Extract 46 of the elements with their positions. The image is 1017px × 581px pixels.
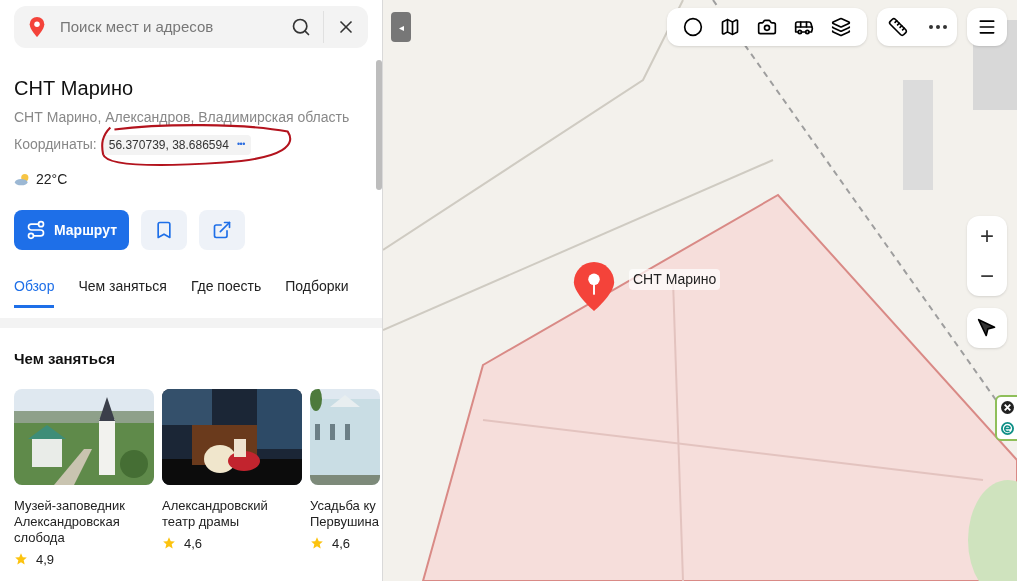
route-button[interactable]: Маршрут xyxy=(14,210,130,250)
coordinates-chip[interactable]: 56.370739, 38.686594 ••• xyxy=(102,134,251,155)
navigation-icon xyxy=(977,318,997,338)
search-icon[interactable] xyxy=(291,17,311,37)
more-dots[interactable]: ••• xyxy=(236,137,245,152)
share-button[interactable] xyxy=(199,210,246,250)
temperature: 22°C xyxy=(36,170,68,189)
card-title[interactable]: Усадьба ку Первушина xyxy=(310,497,380,530)
menu-button[interactable] xyxy=(967,8,1007,46)
rating: 4,6 xyxy=(184,534,203,553)
bookmark-button[interactable] xyxy=(141,210,188,250)
zoom-out-button[interactable]: − xyxy=(980,264,994,288)
route-icon xyxy=(26,220,46,240)
layers-icon[interactable] xyxy=(830,17,851,37)
rating: 4,9 xyxy=(36,550,55,569)
tab[interactable]: Обзор xyxy=(14,276,55,308)
coordinates-label: Координаты: xyxy=(14,135,97,154)
ruler-icon[interactable] xyxy=(887,17,908,37)
star-icon xyxy=(14,552,28,567)
coordinates-value: 56.370739, 38.686594 xyxy=(108,136,229,154)
zoom-in-button[interactable]: + xyxy=(980,224,994,248)
star-icon xyxy=(162,536,176,551)
star-icon xyxy=(310,536,324,551)
map-icon[interactable] xyxy=(720,17,741,37)
location-button[interactable] xyxy=(967,308,1007,348)
scrollbar[interactable] xyxy=(376,60,382,190)
card-title[interactable]: Александровский театр драмы xyxy=(162,497,302,530)
extension-icon[interactable] xyxy=(1000,422,1014,435)
place-address: СНТ Марино, Александров, Владимирская область xyxy=(14,108,351,127)
search-bar[interactable]: Поиск мест и адресов xyxy=(14,6,368,48)
circle-icon[interactable] xyxy=(683,17,704,37)
collapse-button[interactable]: ◂ xyxy=(391,12,411,42)
tab[interactable]: Подборки xyxy=(285,276,349,308)
share-icon xyxy=(212,220,233,240)
menu-icon xyxy=(977,17,997,37)
tab[interactable]: Чем заняться xyxy=(78,276,167,308)
close-icon[interactable] xyxy=(1000,401,1014,414)
section-title: Чем заняться xyxy=(14,349,117,369)
search-field[interactable]: Поиск мест и адресов xyxy=(60,15,279,39)
place-title: СНТ Марино xyxy=(14,76,135,101)
camera-icon[interactable] xyxy=(757,17,777,37)
more-icon[interactable] xyxy=(928,25,947,29)
card-title[interactable]: Музей-заповедник Александровская слобода xyxy=(14,497,154,546)
rating: 4,6 xyxy=(332,534,351,553)
tab[interactable]: Где поесть xyxy=(190,276,262,308)
placemark-label: СНТ Марино xyxy=(629,269,721,290)
